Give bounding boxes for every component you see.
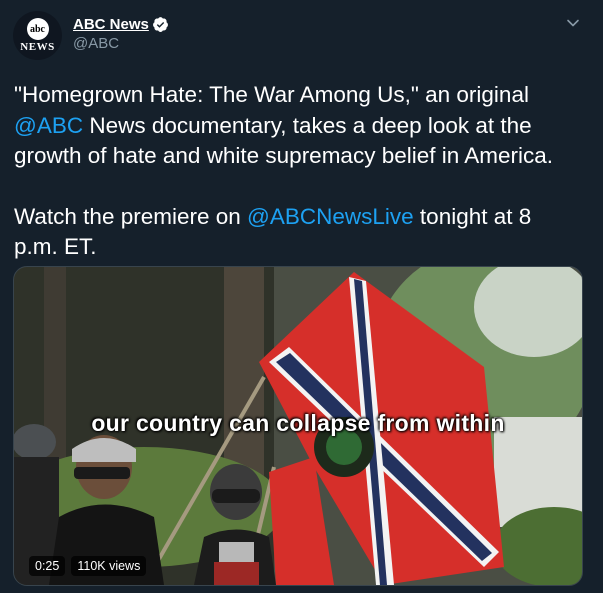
tweet-text-segment: News documentary, takes a deep look at t… xyxy=(14,112,554,169)
tweet-text-segment: "Homegrown Hate: The War Among Us," an o… xyxy=(14,82,529,107)
tweet-paragraph-2: Watch the premiere on @ABCNewsLive tonig… xyxy=(14,202,579,263)
verified-badge-icon xyxy=(152,17,168,32)
avatar[interactable]: abc NEWS xyxy=(13,11,62,60)
mention-abc-link[interactable]: @ABC xyxy=(14,113,83,138)
video-player[interactable]: our country can collapse from within 0:2… xyxy=(13,266,583,586)
video-caption: our country can collapse from within xyxy=(91,410,505,436)
tweet-text-segment: Watch the premiere on xyxy=(14,203,248,229)
tweet-text: "Homegrown Hate: The War Among Us," an o… xyxy=(14,80,579,263)
mention-abcnewslive-link[interactable]: @ABCNewsLive xyxy=(247,204,414,229)
video-duration: 0:25 xyxy=(29,556,66,576)
name-row: ABC News xyxy=(73,16,169,33)
tweet-paragraph-1: "Homegrown Hate: The War Among Us," an o… xyxy=(14,80,579,172)
display-name[interactable]: ABC News xyxy=(73,16,149,33)
abc-logo-news-text: NEWS xyxy=(20,41,55,53)
abc-logo-circle: abc xyxy=(26,18,49,40)
tweet-header: ABC News @ABC xyxy=(73,16,169,52)
video-views: 110K views xyxy=(71,556,147,576)
handle[interactable]: @ABC xyxy=(73,35,169,52)
chevron-down-icon[interactable] xyxy=(566,16,580,30)
video-meta: 0:25 110K views xyxy=(29,556,147,576)
